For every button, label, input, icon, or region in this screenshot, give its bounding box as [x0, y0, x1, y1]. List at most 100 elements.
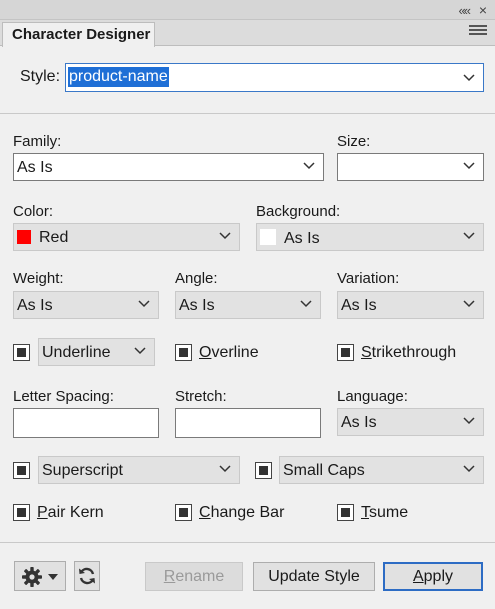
overline-checkbox[interactable]	[175, 344, 192, 361]
underline-checkbox[interactable]	[13, 344, 30, 361]
rename-button[interactable]: Rename	[145, 562, 243, 591]
letter-spacing-input[interactable]	[13, 408, 159, 438]
family-label: Family:	[13, 133, 62, 150]
tab-character-designer[interactable]: Character Designer	[2, 22, 155, 47]
collapse-glyph-2: «	[463, 3, 471, 18]
weight-select[interactable]: As Is	[13, 291, 159, 319]
angle-label: Angle:	[175, 270, 218, 287]
checkbox-indeterminate-mark	[17, 348, 26, 357]
checkbox-indeterminate-mark	[259, 466, 268, 475]
panel-title-bar	[0, 0, 495, 20]
tab-label: Character Designer	[12, 26, 151, 43]
tsume-accel: T	[361, 504, 369, 521]
superscript-select[interactable]: Superscript	[38, 456, 240, 484]
divider	[0, 542, 495, 543]
chevron-down-icon[interactable]	[138, 299, 150, 309]
overline-accel: O	[199, 344, 212, 361]
divider	[0, 113, 495, 114]
refresh-button[interactable]	[74, 561, 100, 591]
language-value: As Is	[341, 414, 377, 431]
pair-kern-checkbox[interactable]	[13, 504, 30, 521]
strikethrough-accel: S	[361, 344, 372, 361]
color-swatch	[17, 230, 31, 244]
small-caps-checkbox[interactable]	[255, 462, 272, 479]
refresh-icon	[79, 567, 95, 585]
underline-value: Underline	[42, 344, 111, 361]
change-bar-label[interactable]: Change Bar	[199, 504, 284, 522]
change-bar-checkbox[interactable]	[175, 504, 192, 521]
rename-rest: ename	[175, 568, 225, 585]
style-value: product-name	[68, 67, 169, 87]
caret-down-icon	[48, 574, 58, 580]
language-label: Language:	[337, 388, 408, 405]
checkbox-indeterminate-mark	[179, 508, 188, 517]
superscript-checkbox[interactable]	[13, 462, 30, 479]
overline-label[interactable]: Overline	[199, 344, 259, 362]
language-select[interactable]: As Is	[337, 408, 484, 436]
checkbox-indeterminate-mark	[341, 348, 350, 357]
background-label: Background:	[256, 203, 341, 220]
variation-select[interactable]: As Is	[337, 291, 484, 319]
chevron-down-icon[interactable]	[463, 161, 475, 171]
chevron-down-icon[interactable]	[219, 464, 231, 474]
chevron-down-icon[interactable]	[463, 416, 475, 426]
color-select[interactable]: Red	[13, 223, 240, 251]
chevron-down-icon[interactable]	[303, 161, 315, 171]
letter-spacing-label: Letter Spacing:	[13, 388, 114, 405]
style-label: Style:	[20, 68, 61, 85]
size-label: Size:	[337, 133, 371, 150]
tsume-checkbox[interactable]	[337, 504, 354, 521]
checkbox-indeterminate-mark	[179, 348, 188, 357]
color-label: Color:	[13, 203, 54, 220]
weight-value: As Is	[17, 297, 53, 314]
angle-value: As Is	[179, 297, 215, 314]
checkbox-indeterminate-mark	[17, 466, 26, 475]
chevron-down-icon[interactable]	[300, 299, 312, 309]
chevron-down-icon[interactable]	[219, 231, 231, 241]
strikethrough-label[interactable]: Strikethrough	[361, 344, 456, 362]
chevron-down-icon[interactable]	[134, 346, 146, 356]
checkbox-indeterminate-mark	[17, 508, 26, 517]
pair-kern-rest: air Kern	[47, 504, 104, 521]
family-value: As Is	[17, 159, 53, 176]
apply-button[interactable]: Apply	[383, 562, 483, 591]
stretch-input[interactable]	[175, 408, 321, 438]
background-select[interactable]: As Is	[256, 223, 484, 251]
variation-value: As Is	[341, 297, 377, 314]
variation-label: Variation:	[337, 270, 400, 287]
size-combo[interactable]	[337, 153, 484, 181]
gear-icon	[22, 567, 42, 587]
weight-label: Weight:	[13, 270, 64, 287]
strikethrough-rest: trikethrough	[371, 344, 457, 361]
collapse-panel-icon[interactable]: ««	[459, 3, 472, 18]
tsume-label[interactable]: Tsume	[361, 504, 408, 522]
panel-menu-icon[interactable]	[469, 25, 487, 39]
small-caps-select[interactable]: Small Caps	[279, 456, 484, 484]
chevron-down-icon[interactable]	[463, 299, 475, 309]
close-panel-icon[interactable]: ×	[479, 2, 487, 18]
update-style-label: Update Style	[268, 568, 360, 585]
pair-kern-accel: P	[37, 504, 48, 521]
pair-kern-label[interactable]: Pair Kern	[37, 504, 104, 522]
chevron-down-icon[interactable]	[463, 73, 475, 83]
style-combo[interactable]: product-name	[65, 63, 484, 92]
family-combo[interactable]: As Is	[13, 153, 324, 181]
apply-rest: pply	[423, 568, 454, 585]
chevron-down-icon[interactable]	[463, 464, 475, 474]
superscript-value: Superscript	[42, 462, 123, 479]
angle-select[interactable]: As Is	[175, 291, 321, 319]
underline-select[interactable]: Underline	[38, 338, 155, 366]
settings-menu-button[interactable]	[14, 561, 66, 591]
overline-rest: verline	[211, 344, 259, 361]
chevron-down-icon[interactable]	[463, 231, 475, 241]
background-value: As Is	[284, 230, 320, 247]
strikethrough-checkbox[interactable]	[337, 344, 354, 361]
rename-accel: R	[163, 568, 176, 585]
change-bar-accel: C	[199, 504, 211, 521]
tsume-rest: sume	[369, 504, 409, 521]
stretch-label: Stretch:	[175, 388, 227, 405]
close-glyph: ×	[478, 2, 487, 18]
change-bar-rest: hange Bar	[210, 504, 285, 521]
update-style-button[interactable]: Update Style	[253, 562, 375, 591]
apply-accel: A	[412, 568, 424, 585]
